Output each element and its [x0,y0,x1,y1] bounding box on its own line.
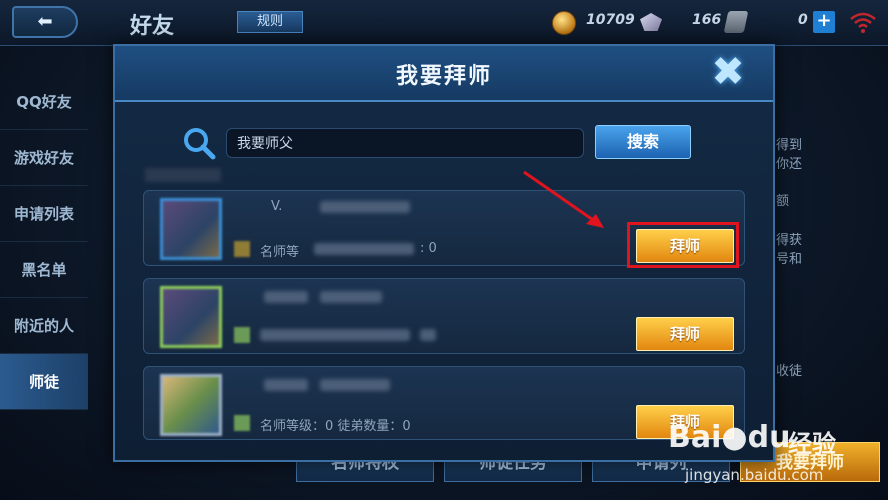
watermark-logo-text: Bai [668,420,722,455]
search-input[interactable] [226,128,584,158]
rank-badge-icon [234,415,250,431]
mentor-name-blurred [320,291,382,303]
ticket-amount: 0 [798,12,808,28]
gold-coin-icon [552,11,576,35]
paw-icon: ● [721,420,748,455]
mentor-row: 拜师 [143,278,745,354]
mentor-avatar [160,374,222,436]
back-arrow-icon: ⬅ [37,11,53,32]
mentor-count-blurred [420,329,436,341]
peek-text: 得获 [776,233,803,248]
mentor-stat-blurred [260,329,410,341]
baidu-watermark-logo: Bai●du [668,420,790,455]
peek-text: 你还 [776,157,803,172]
add-currency-button[interactable]: + [813,11,835,33]
mentor-name-blurred [320,379,390,391]
sidebar: QQ好友 游戏好友 申请列表 黑名单 附近的人 师徒 [0,74,88,410]
gold-amount: 10709 [586,12,635,28]
close-x-icon: ✖ [711,49,745,95]
mentor-level-blurred [264,379,308,391]
sidebar-item-game-friends[interactable]: 游戏好友 [0,130,88,186]
peek-text: 得到 [776,138,803,153]
mentor-stat-label: 名师等 [260,245,300,260]
sidebar-item-requests[interactable]: 申请列表 [0,186,88,242]
page-title: 好友 [130,14,175,39]
watermark-text: 经验 [788,430,836,458]
rules-button[interactable]: 规则 [237,11,303,33]
sidebar-item-qq-friends[interactable]: QQ好友 [0,74,88,130]
sidebar-item-blacklist[interactable]: 黑名单 [0,242,88,298]
mentor-count: : 0 [420,241,437,256]
watermark-url: jingyan.baidu.com [685,466,824,484]
gem-icon [640,13,662,31]
rank-badge-icon [234,327,250,343]
apprentice-button[interactable]: 拜师 [636,317,734,351]
back-button[interactable]: ⬅ [12,6,78,38]
mentor-name-blurred [320,201,410,213]
rank-badge-icon [234,241,250,257]
mentor-stat-label: 名师等级：0 徒弟数量：0 [260,419,411,434]
mentor-avatar [160,198,222,260]
mentor-level-blurred [264,291,308,303]
ticket-icon [723,11,749,33]
gem-amount: 166 [692,12,722,28]
dialog-header: 我要拜师 ✖ [115,46,773,102]
wifi-signal-icon [850,12,876,33]
sidebar-item-nearby[interactable]: 附近的人 [0,298,88,354]
list-header-blurred [145,168,221,182]
dialog-title: 我要拜师 [395,64,492,89]
peek-text: 收徒 [776,364,803,379]
top-bar: ⬅ 好友 规则 10709 166 0 + [0,0,888,46]
search-button[interactable]: 搜索 [595,125,691,159]
mentor-stat-blurred [314,243,414,255]
annotation-highlight-box [627,222,739,268]
mentor-avatar [160,286,222,348]
mentor-level: V. [271,199,283,214]
sidebar-item-mentor[interactable]: 师徒 [0,354,88,410]
search-icon [184,128,216,160]
annotation-arrow [523,170,604,228]
peek-text: 额 [776,194,790,209]
watermark-logo-text-2: du [747,420,791,455]
mentor-row: 名师等级：0 徒弟数量：0 拜师 [143,366,745,440]
close-button[interactable]: ✖ [707,52,749,94]
peek-text: 号和 [776,252,803,267]
